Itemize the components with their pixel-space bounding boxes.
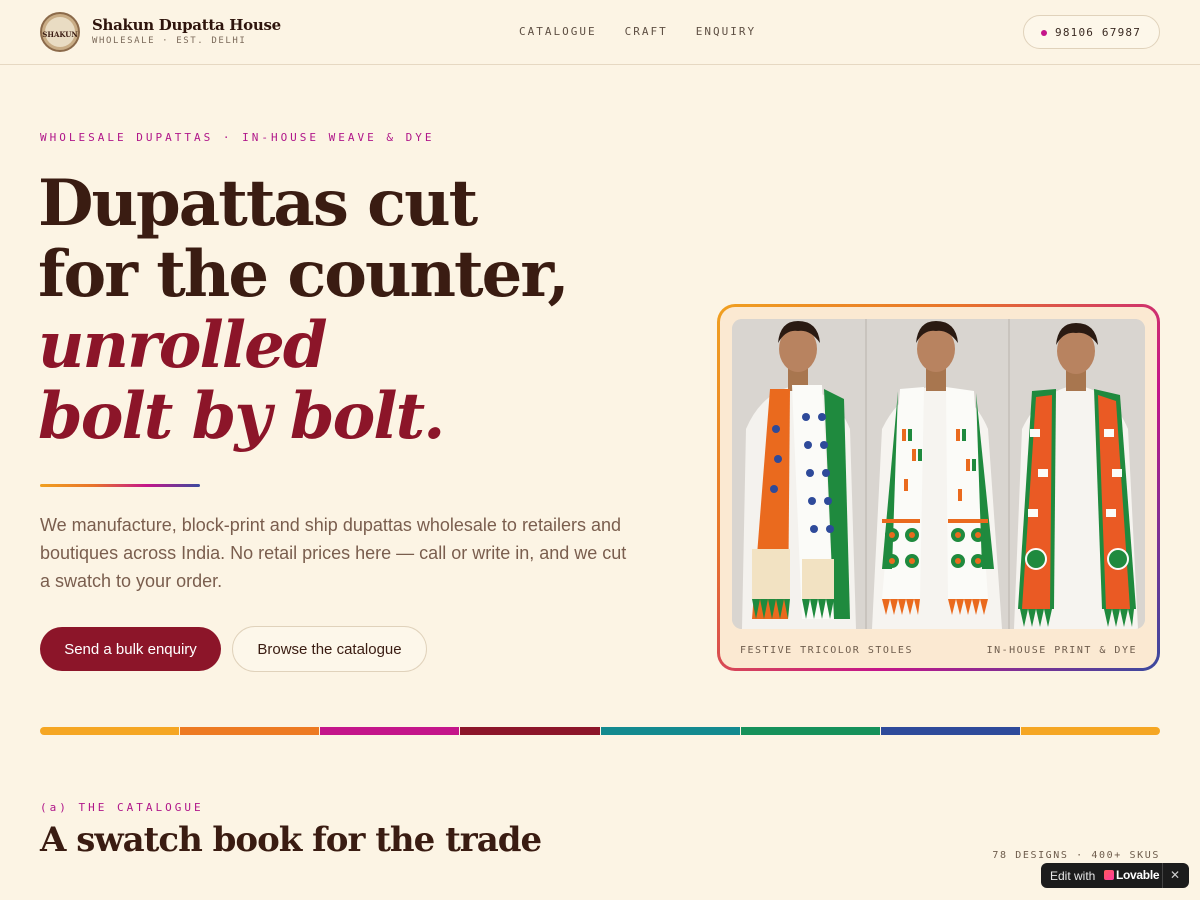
stoles-illustration — [732, 319, 1145, 629]
hero-image-card: FESTIVE TRICOLOR STOLES IN-HOUSE PRINT &… — [717, 304, 1160, 671]
headline-line-4: bolt by bolt. — [38, 379, 445, 454]
nav-catalogue[interactable]: CATALOGUE — [519, 25, 597, 38]
nav-craft[interactable]: CRAFT — [625, 25, 668, 38]
browse-catalogue-button[interactable]: Browse the catalogue — [232, 626, 427, 672]
hero-image-card-inner: FESTIVE TRICOLOR STOLES IN-HOUSE PRINT &… — [720, 307, 1157, 668]
catalogue-title: A swatch book for the trade — [40, 820, 542, 860]
headline-line-1: Dupattas cut — [38, 166, 478, 241]
hero-divider — [40, 484, 200, 487]
main-nav: CATALOGUE CRAFT ENQUIRY — [519, 25, 756, 38]
palette-strip — [40, 727, 1160, 735]
close-icon[interactable]: ✕ — [1170, 868, 1180, 882]
palette-swatch-1 — [40, 727, 180, 735]
brand-tagline: WHOLESALE · EST. DELHI — [92, 36, 247, 46]
image-caption-left: FESTIVE TRICOLOR STOLES — [740, 645, 913, 656]
brand-name[interactable]: Shakun Dupatta House — [92, 16, 281, 34]
nav-enquiry[interactable]: ENQUIRY — [696, 25, 756, 38]
phone-number: 98106 67987 — [1055, 26, 1142, 39]
palette-swatch-8 — [1020, 727, 1160, 735]
status-dot-icon — [1041, 30, 1047, 36]
catalogue-meta: 78 DESIGNS · 400+ SKUS — [992, 850, 1160, 861]
headline-line-2: for the counter, — [38, 237, 570, 312]
palette-swatch-7 — [880, 727, 1020, 735]
palette-swatch-4 — [460, 727, 600, 735]
edit-with-lovable-badge[interactable]: Edit with Lovable ✕ — [1041, 863, 1189, 888]
tricolor-stoles-photo — [732, 319, 1145, 629]
badge-label: Edit with — [1050, 869, 1096, 883]
brand-logo[interactable]: SHAKUN — [40, 12, 80, 52]
site-header: SHAKUN Shakun Dupatta House WHOLESALE · … — [0, 0, 1200, 65]
palette-swatch-5 — [600, 727, 740, 735]
palette-swatch-3 — [320, 727, 460, 735]
catalogue-eyebrow: (a) THE CATALOGUE — [40, 801, 204, 814]
bulk-enquiry-button[interactable]: Send a bulk enquiry — [40, 627, 221, 671]
headline-line-3: unrolled — [38, 308, 328, 383]
palette-swatch-2 — [180, 727, 320, 735]
hero-lede: We manufacture, block-print and ship dup… — [40, 515, 627, 591]
lovable-heart-icon — [1104, 870, 1114, 880]
badge-brand: Lovable — [1116, 868, 1160, 882]
badge-divider — [1162, 863, 1163, 888]
image-caption-right: IN-HOUSE PRINT & DYE — [986, 645, 1137, 656]
logo-wordmark: SHAKUN — [42, 30, 78, 39]
palette-swatch-6 — [740, 727, 880, 735]
hero-headline: Dupattas cut for the counter, unrolled b… — [38, 166, 570, 454]
hero-eyebrow: WHOLESALE DUPATTAS · IN-HOUSE WEAVE & DY… — [40, 131, 435, 144]
phone-button[interactable]: 98106 67987 — [1023, 15, 1160, 49]
